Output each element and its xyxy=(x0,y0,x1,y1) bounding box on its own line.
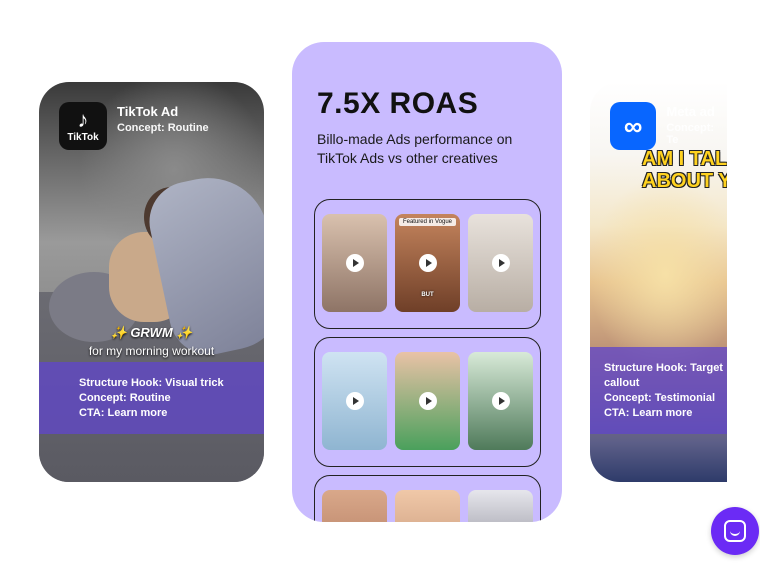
thumbnail-label: Featured in Vogue xyxy=(399,218,456,226)
chat-launcher-button[interactable] xyxy=(711,507,759,555)
video-thumbnail[interactable] xyxy=(468,352,533,450)
concept-text: Concept: Routine xyxy=(79,392,171,404)
music-note-icon: ♪ xyxy=(77,106,89,132)
play-icon[interactable] xyxy=(345,254,364,272)
chat-icon xyxy=(724,520,746,542)
meta-ad-header: ∞ Meta ad Concept: Te xyxy=(610,102,727,150)
structure-hook-text-cont: callout xyxy=(604,377,640,389)
ad-concept-label: Concept: Routine xyxy=(117,122,209,134)
video-thumbnail[interactable] xyxy=(322,352,387,450)
video-thumbnail[interactable] xyxy=(322,490,387,522)
video-thumbnail[interactable] xyxy=(395,490,460,522)
structure-hook-text: Structure Hook: Visual trick xyxy=(79,377,224,389)
structure-hook-text: Structure Hook: Target xyxy=(604,362,723,374)
tiktok-ad-card[interactable]: ♪ TikTok TikTok Ad Concept: Routine ✨ GR… xyxy=(39,82,264,482)
roas-card: 7.5X ROAS Billo-made Ads performance on … xyxy=(292,42,562,522)
roas-subtitle: Billo-made Ads performance on TikTok Ads… xyxy=(317,131,513,166)
headline-line-1: AM I TAL xyxy=(642,148,727,170)
thumbnail-caption: BUT xyxy=(421,292,434,298)
ad-type-label: TikTok Ad xyxy=(117,104,179,119)
play-icon[interactable] xyxy=(418,254,437,272)
play-icon[interactable] xyxy=(491,254,510,272)
tiktok-logo-word: TikTok xyxy=(67,131,99,143)
meta-logo-icon: ∞ xyxy=(610,102,657,150)
video-thumbnail[interactable] xyxy=(395,352,460,450)
video-group-3 xyxy=(314,475,541,522)
video-headline: AM I TAL ABOUT Y xyxy=(642,148,727,192)
tiktok-ad-header: ♪ TikTok TikTok Ad Concept: Routine xyxy=(59,102,209,150)
ad-concept-label: Concept: Te xyxy=(666,122,715,146)
headline-line-2: ABOUT Y xyxy=(642,170,727,192)
ad-info-band: Structure Hook: Target callout Concept: … xyxy=(590,347,727,434)
concept-text: Concept: Testimonial xyxy=(604,392,716,404)
cta-text: CTA: Learn more xyxy=(604,407,693,419)
play-icon[interactable] xyxy=(418,392,437,410)
video-thumbnail[interactable] xyxy=(322,214,387,312)
cta-text: CTA: Learn more xyxy=(79,407,168,419)
ad-type-label: Meta ad xyxy=(666,104,715,119)
video-thumbnail[interactable]: Featured in Vogue BUT xyxy=(395,214,460,312)
video-thumbnail[interactable] xyxy=(468,214,533,312)
video-thumbnail[interactable] xyxy=(468,490,533,522)
video-group-1: Featured in Vogue BUT xyxy=(314,199,541,329)
play-icon[interactable] xyxy=(345,392,364,410)
infinity-icon: ∞ xyxy=(623,111,643,141)
video-group-2 xyxy=(314,337,541,467)
ad-info-band: Structure Hook: Visual trick Concept: Ro… xyxy=(39,362,264,434)
video-caption-subtitle: for my morning workout xyxy=(88,344,215,358)
tiktok-logo-icon: ♪ TikTok xyxy=(59,102,107,150)
roas-title: 7.5X ROAS xyxy=(317,87,479,120)
meta-ad-card[interactable]: ∞ Meta ad Concept: Te AM I TAL ABOUT Y S… xyxy=(590,82,727,482)
play-icon[interactable] xyxy=(491,392,510,410)
video-caption-title: ✨ GRWM ✨ xyxy=(110,325,193,340)
